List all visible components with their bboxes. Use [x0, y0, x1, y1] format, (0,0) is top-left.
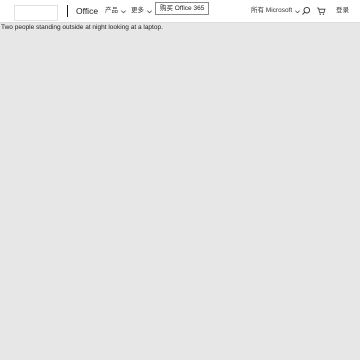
nav-more-label: 更多 — [131, 7, 144, 14]
cart-icon[interactable] — [316, 6, 326, 16]
microsoft-logo[interactable] — [14, 5, 58, 21]
site-header: Office 产品 更多 购买 Office 365 所有 Microsoft … — [0, 0, 360, 22]
office-brand-link[interactable]: Office — [76, 6, 98, 16]
all-microsoft-label: 所有 Microsoft — [251, 7, 293, 14]
nav-products-label: 产品 — [105, 7, 118, 14]
all-microsoft-menu[interactable]: 所有 Microsoft — [251, 7, 301, 15]
hero-image-alt-text: Two people standing outside at night loo… — [1, 24, 163, 31]
search-icon[interactable] — [301, 6, 311, 16]
header-divider — [67, 5, 68, 17]
sign-in-link[interactable]: 登录 — [336, 7, 349, 15]
chevron-down-icon — [147, 9, 152, 13]
buy-office-button[interactable]: 购买 Office 365 — [155, 2, 210, 15]
hero-image: Two people standing outside at night loo… — [0, 22, 360, 360]
nav-more[interactable]: 更多 — [131, 7, 153, 15]
nav-products[interactable]: 产品 — [105, 7, 127, 15]
chevron-down-icon — [121, 9, 126, 13]
